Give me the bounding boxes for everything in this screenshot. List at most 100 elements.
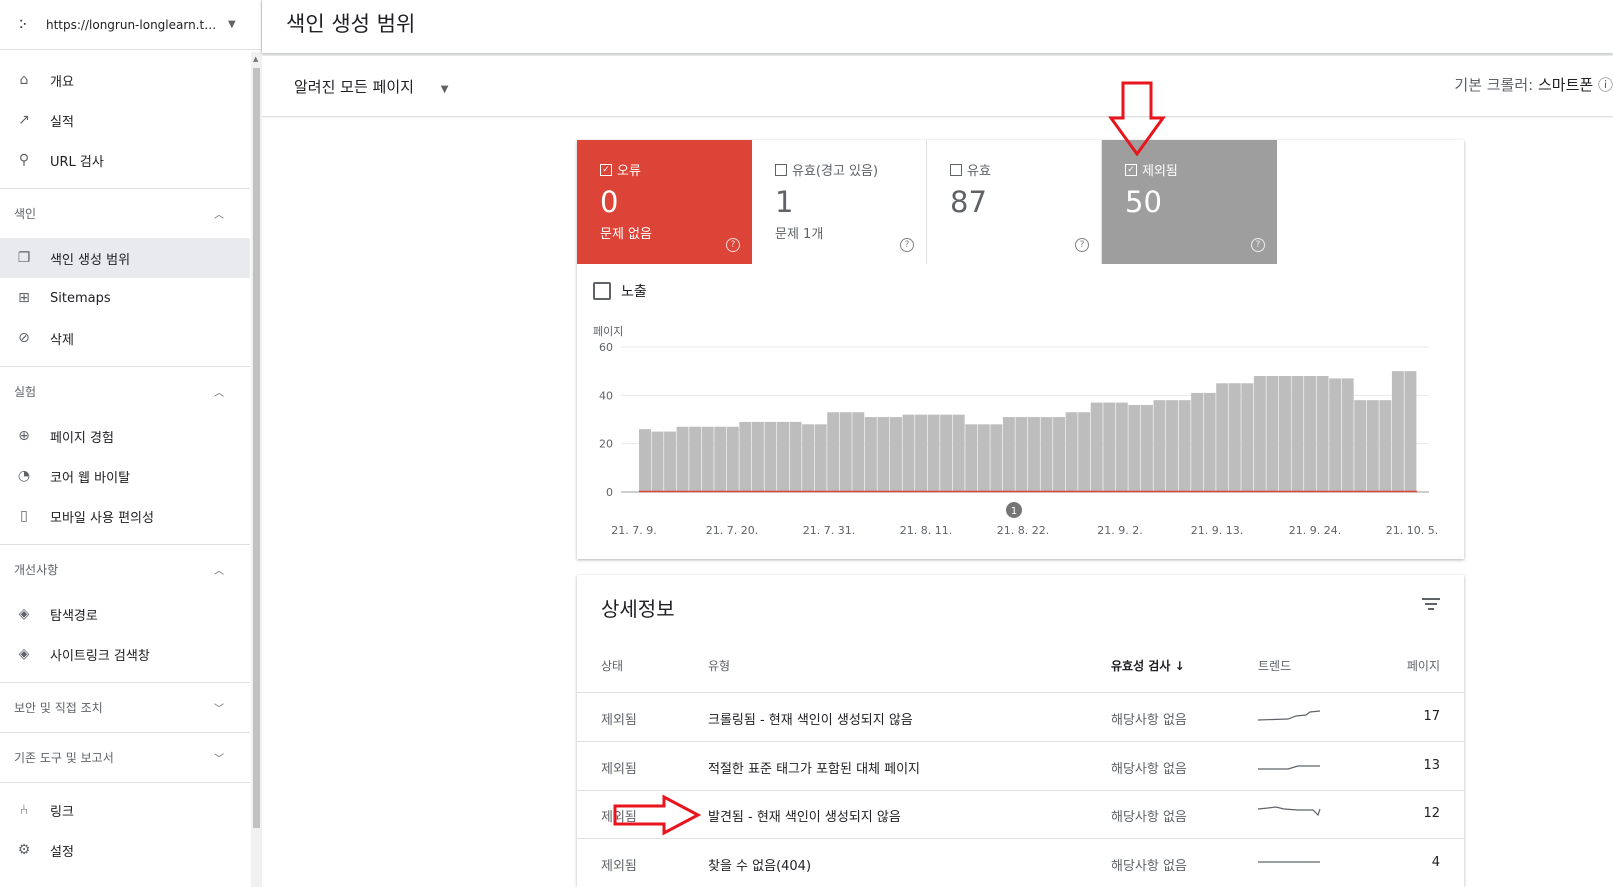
table-row[interactable]: 제외됨 발견됨 - 현재 색인이 생성되지 않음 해당사항 없음 12 [577,791,1464,839]
sidebar: ⠕ https://longrun-longlearn.tistory.com/… [0,0,262,887]
table-row[interactable]: 제외됨 크롤링됨 - 현재 색인이 생성되지 않음 해당사항 없음 17 [577,694,1464,742]
tile-error[interactable]: ✓ 오류 0 문제 없음 ? [577,140,752,264]
chart-bar [1015,417,1028,492]
sparkline-path [1258,710,1321,721]
row-pages: 12 [1423,806,1440,821]
help-icon[interactable]: ? [1251,238,1265,252]
x-tick-label: 21. 9. 13. [1191,524,1243,537]
col-validation[interactable]: 유효성 검사 ↓ [1111,657,1185,674]
details-card: 상세정보 상태 유형 유효성 검사 ↓ 트렌드 페이지 제외됨 크롤링됨 - 현재… [577,575,1464,887]
chart-bar [889,417,902,492]
x-tick-label: 21. 7. 20. [706,524,758,537]
col-type[interactable]: 유형 [708,657,730,674]
sparkline-path [1258,764,1320,770]
scrollbar-thumb[interactable] [253,68,260,828]
chart-bar [1053,417,1066,492]
section-title: 색인 [14,207,37,221]
sidebar-item-label: 링크 [50,804,74,820]
scroll-up-icon[interactable]: ▲ [253,55,258,63]
sidebar-item-sitelinks-searchbox[interactable]: ◈ 사이트링크 검색창 [0,634,250,674]
sidebar-item-core-web-vitals[interactable]: ◔ 코어 웹 바이탈 [0,456,250,496]
chart-bar [1341,378,1354,492]
chart-bar [651,431,664,492]
chevron-up-icon: ︿ [214,388,224,399]
table-row[interactable]: 제외됨 적절한 표준 태그가 포함된 대체 페이지 해당사항 없음 13 [577,743,1464,791]
table-header: 상태 유형 유효성 검사 ↓ 트렌드 페이지 [577,655,1464,693]
sidebar-item-label: 삭제 [50,332,74,348]
chart-bar [639,429,651,492]
filter-list-icon[interactable] [1422,595,1440,613]
sidebar-scrollbar[interactable]: ▲ [251,52,262,887]
help-icon[interactable]: ⓘ [1598,76,1613,94]
checkbox-checked-icon[interactable]: ✓ [600,163,612,176]
filter-bar: 알려진 모든 페이지 ▼ 기본 크롤러: 스마트폰 ⓘ [262,56,1613,117]
chart-bar [877,417,890,492]
chart-bar [1166,400,1178,492]
section-security-header[interactable]: 보안 및 직접 조치 ﹀ [0,682,250,732]
tile-label: 오류 [617,164,641,179]
sidebar-item-url-inspection[interactable]: ⚲ URL 검사 [0,140,250,180]
chart-bar [1203,392,1216,492]
chart-bar [1316,376,1329,492]
x-tick-label: 21. 8. 22. [997,524,1049,537]
checkbox-icon[interactable] [950,163,962,176]
chart-bar [915,414,928,492]
section-title: 기존 도구 및 보고서 [14,751,114,765]
chart-bar [1278,376,1291,492]
help-icon[interactable]: ? [1075,238,1089,252]
trending-up-icon: ↗ [18,112,30,128]
chart-bar [777,421,789,492]
chart-bar [1228,383,1241,492]
chart-bar [1140,405,1153,492]
chevron-up-icon: ︿ [214,210,224,221]
chart-bar [1040,417,1053,492]
sidebar-item-coverage[interactable]: ❐ 색인 생성 범위 [0,238,250,278]
copy-icon: ❐ [17,250,31,266]
col-status[interactable]: 상태 [601,657,623,674]
chart-bar [739,421,752,492]
col-trend[interactable]: 트렌드 [1258,657,1291,674]
help-icon[interactable]: ? [726,238,740,252]
chart-bar [1128,405,1141,492]
checkbox-icon[interactable] [593,282,611,300]
sidebar-nav: ⌂ 개요 ↗ 실적 ⚲ URL 검사 색인 ︿ ❐ 색인 생성 범위 ⊞ Sit… [0,52,250,887]
col-pages[interactable]: 페이지 [1407,657,1440,674]
property-selector[interactable]: ⠕ https://longrun-longlearn.tistory.com/… [0,0,261,50]
row-status: 제외됨 [601,713,637,728]
arrow-down-icon: ↓ [1174,659,1185,673]
section-experience-header[interactable]: 실험 ︿ [0,366,250,416]
tile-value: 1 [775,185,794,219]
section-title: 보안 및 직접 조치 [14,701,103,715]
section-index-header[interactable]: 색인 ︿ [0,188,250,238]
home-icon: ⌂ [19,72,29,88]
section-enhancements-header[interactable]: 개선사항 ︿ [0,544,250,594]
phone-icon: ▯ [20,508,28,524]
sidebar-item-overview[interactable]: ⌂ 개요 [0,60,250,100]
chart-bar [852,412,865,492]
sidebar-item-links[interactable]: ⑃ 링크 [0,790,250,830]
chart-bar [1404,371,1417,492]
tile-valid[interactable]: 유효 87 ? [927,140,1102,264]
y-tick-label: 0 [606,486,613,499]
pages-filter-dropdown[interactable]: 알려진 모든 페이지 ▼ [294,76,448,97]
sidebar-item-sitemaps[interactable]: ⊞ Sitemaps [0,278,250,318]
sidebar-item-mobile-usability[interactable]: ▯ 모바일 사용 편의성 [0,496,250,536]
row-type: 찾을 수 없음(404) [708,858,812,874]
sidebar-item-performance[interactable]: ↗ 실적 [0,100,250,140]
checkbox-checked-icon[interactable]: ✓ [1125,163,1137,176]
chart-bar [701,426,714,492]
sidebar-item-breadcrumbs[interactable]: ◈ 탐색경로 [0,594,250,634]
table-row[interactable]: 제외됨 찾을 수 없음(404) 해당사항 없음 4 [577,840,1464,887]
crawler-label: 기본 크롤러: [1454,76,1534,94]
sidebar-item-settings[interactable]: ⚙ 설정 [0,830,250,870]
sidebar-item-page-experience[interactable]: ⊕ 페이지 경험 [0,416,250,456]
help-icon[interactable]: ? [900,238,914,252]
impressions-toggle[interactable]: 노출 [593,281,647,301]
tile-valid-warning[interactable]: 유효(경고 있음) 1 문제 1개 ? [752,140,927,264]
sidebar-item-removals[interactable]: ⊘ 삭제 [0,318,250,358]
chart-bar [1191,392,1204,492]
sitemap-icon: ⊞ [18,290,30,306]
chart-bar [676,426,689,492]
checkbox-icon[interactable] [775,163,787,176]
section-legacy-header[interactable]: 기존 도구 및 보고서 ﹀ [0,732,250,782]
